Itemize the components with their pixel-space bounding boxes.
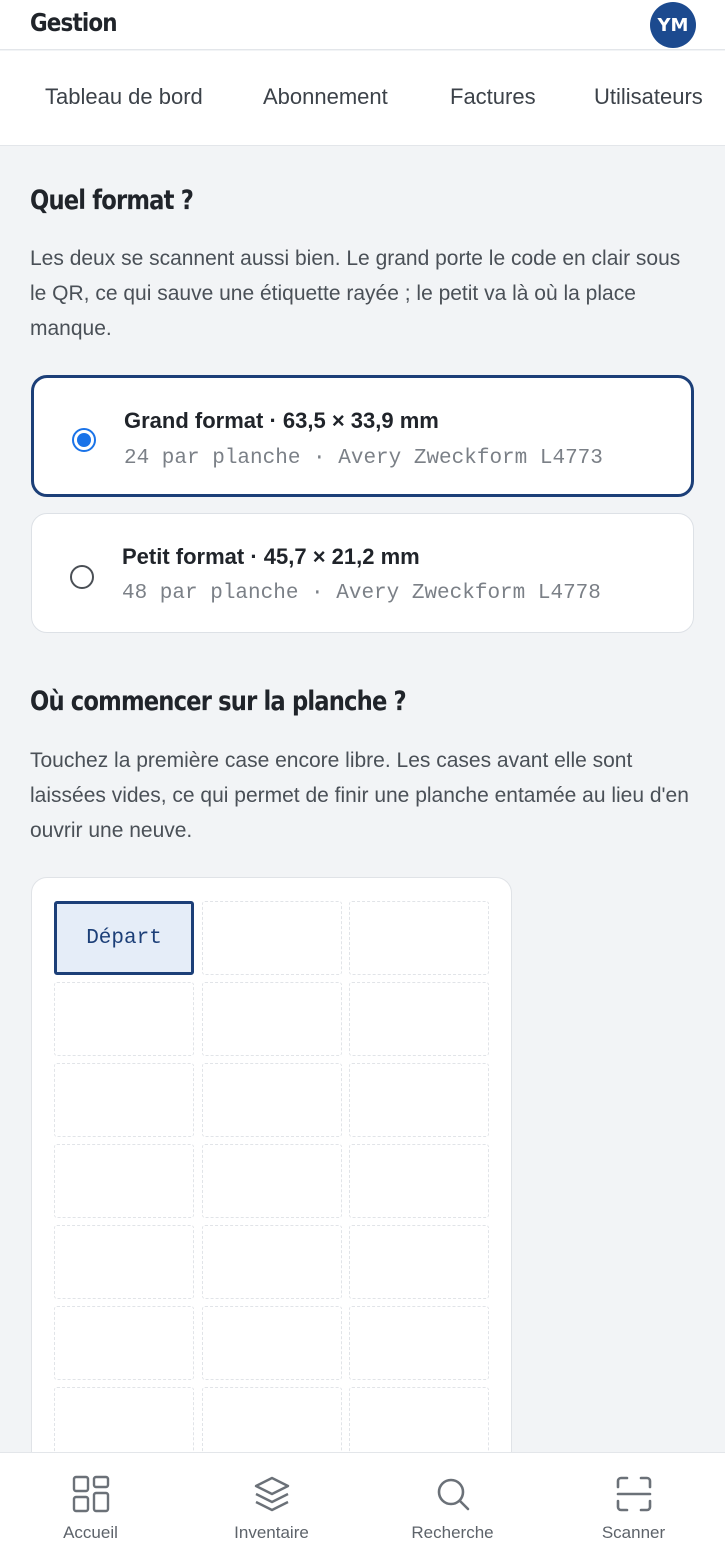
sheet-cell[interactable] [349,1387,489,1461]
layers-icon [254,1476,290,1512]
nav-label: Recherche [411,1523,494,1542]
tab-utilisateurs[interactable]: Utilisateurs [594,84,703,110]
tab-tableau-de-bord[interactable]: Tableau de bord [45,84,203,110]
top-bar: Gestion YM [0,0,725,50]
app-title: Gestion [30,8,118,37]
tab-abonnement[interactable]: Abonnement [263,84,388,110]
tab-factures[interactable]: Factures [450,84,536,110]
sheet-cell[interactable] [202,1306,342,1380]
option-title: Petit format · 45,7 × 21,2 mm [122,544,420,569]
nav-inventaire[interactable]: Inventaire [181,1453,362,1568]
nav-label: Scanner [601,1523,666,1542]
start-heading: Où commencer sur la planche ? [30,686,407,717]
option-grand-format[interactable]: Grand format · 63,5 × 33,9 mm 24 par pla… [31,375,694,497]
radio-grand-format[interactable] [72,428,96,452]
sheet-cell[interactable] [349,1144,489,1218]
sheet-cell[interactable] [349,1306,489,1380]
sheet-cell[interactable] [202,1387,342,1461]
scan-icon [616,1476,652,1512]
nav-label: Accueil [63,1523,118,1542]
nav-scanner[interactable]: Scanner [543,1453,724,1568]
format-heading: Quel format ? [30,185,194,216]
nav-recherche[interactable]: Recherche [362,1453,543,1568]
sheet-cell[interactable] [349,901,489,975]
sheet-cell[interactable] [349,1063,489,1137]
sheet-cell[interactable] [202,1225,342,1299]
sheet-cell[interactable] [54,1063,194,1137]
nav-accueil[interactable]: Accueil [0,1453,181,1568]
bottom-nav: Accueil Inventaire Recherche Scanner [0,1452,725,1568]
option-subtitle: 48 par planche · Avery Zweckform L4778 [122,582,601,605]
sheet-cell[interactable] [54,982,194,1056]
radio-petit-format[interactable] [70,565,94,589]
option-title: Grand format · 63,5 × 33,9 mm [124,408,439,433]
sheet-cell[interactable] [349,1225,489,1299]
format-description: Les deux se scannent aussi bien. Le gran… [30,247,681,340]
label-sheet-grid: Départ [31,877,512,1497]
option-petit-format[interactable]: Petit format · 45,7 × 21,2 mm 48 par pla… [31,513,694,633]
sheet-cell[interactable] [349,982,489,1056]
option-subtitle: 24 par planche · Avery Zweckform L4773 [124,447,603,470]
tab-bar: Tableau de bord Abonnement Factures Util… [0,51,725,146]
sheet-cell-start[interactable]: Départ [54,901,194,975]
sheet-cell[interactable] [202,1063,342,1137]
start-description: Touchez la première case encore libre. L… [30,749,689,842]
sheet-cell[interactable] [202,1144,342,1218]
grid-icon [72,1475,110,1513]
nav-label: Inventaire [234,1523,309,1542]
sheet-cell[interactable] [54,1387,194,1461]
sheet-cell[interactable] [54,1225,194,1299]
sheet-cell[interactable] [54,1144,194,1218]
sheet-cell[interactable] [202,982,342,1056]
search-icon [437,1478,470,1511]
sheet-cell[interactable] [54,1306,194,1380]
sheet-cell[interactable] [202,901,342,975]
avatar[interactable]: YM [650,2,696,48]
